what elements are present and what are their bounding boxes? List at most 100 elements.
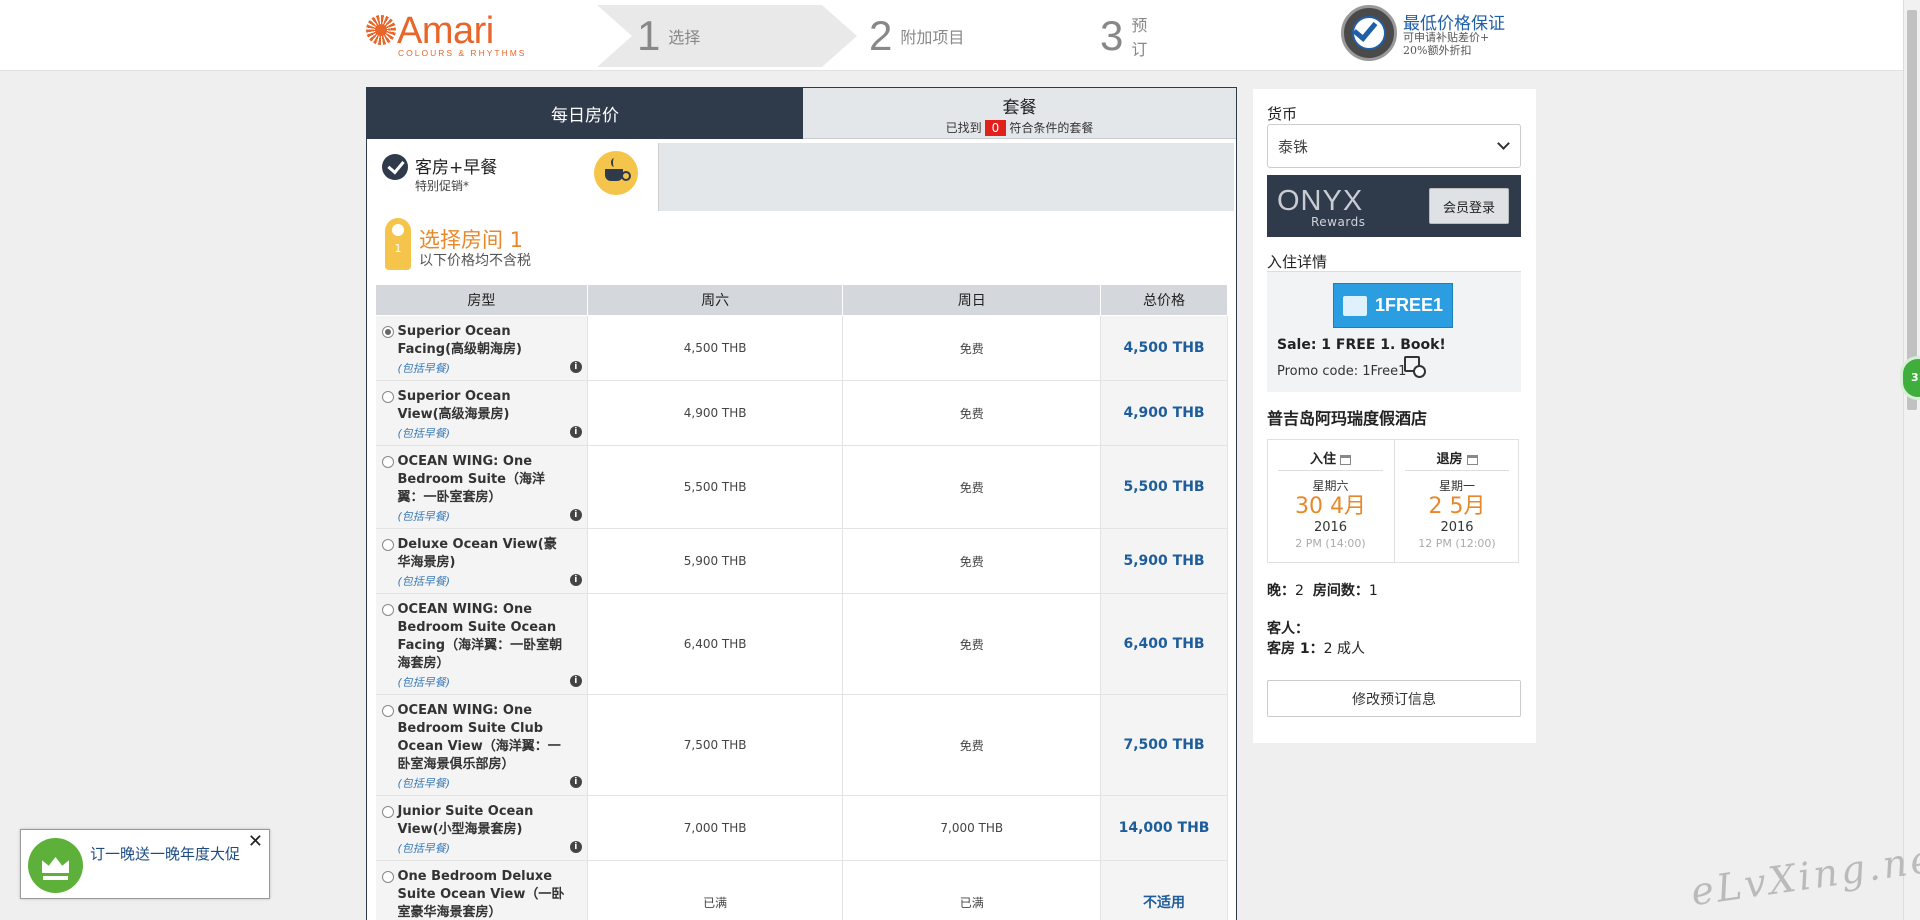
guarantee-seal-icon: [1341, 5, 1397, 61]
checkout-label: 退房: [1405, 448, 1509, 471]
promo-code-text: Promo code: 1Free1: [1277, 364, 1407, 379]
info-icon[interactable]: i: [569, 361, 582, 373]
room-radio[interactable]: [381, 806, 394, 818]
amari-logo[interactable]: Amari COLOURS & RHYTHMS: [366, 10, 526, 60]
sun-price: 免费: [842, 593, 1102, 695]
room-type-cell[interactable]: Superior Ocean View(高级海景房) (包括早餐) i: [375, 380, 588, 446]
room-type-cell[interactable]: Junior Suite Ocean View(小型海景套房) (包括早餐) i: [375, 795, 588, 861]
room-name: OCEAN WING: One Bedroom Suite Ocean Faci…: [397, 602, 563, 671]
included-breakfast-link[interactable]: (包括早餐): [398, 360, 565, 376]
info-icon[interactable]: i: [569, 841, 582, 853]
sat-price: 5,900 THB: [587, 528, 844, 594]
room-type-cell[interactable]: OCEAN WING: One Bedroom Suite（海洋翼：一卧室套房）…: [375, 445, 588, 529]
rate-plan-room-breakfast[interactable]: 客房+早餐 特别促销*: [369, 143, 659, 211]
member-login-button[interactable]: 会员登录: [1429, 188, 1509, 224]
info-icon[interactable]: i: [569, 776, 582, 788]
best-price-guarantee[interactable]: 最低价格保证 可申请补贴差价+ 20%额外折扣: [1339, 5, 1539, 65]
table-row[interactable]: Superior Ocean Facing(高级朝海房) (包括早餐) i 4,…: [375, 315, 1228, 381]
brand-name: Amari: [397, 10, 494, 52]
tab-daily-rates[interactable]: 每日房价: [367, 88, 803, 139]
sale-text: Sale: 1 FREE 1. Book!: [1277, 337, 1446, 353]
step-number: 3: [1100, 12, 1124, 59]
room-type-cell[interactable]: OCEAN WING: One Bedroom Suite Ocean Faci…: [375, 593, 588, 695]
promo-1free1-button[interactable]: 1FREE1: [1333, 283, 1453, 328]
onyx-brand: ONYX: [1277, 185, 1364, 217]
tab-packages[interactable]: 套餐 已找到 0 符合条件的套餐: [803, 88, 1236, 139]
included-breakfast-link[interactable]: (包括早餐): [398, 775, 565, 791]
currency-label: 货币: [1267, 105, 1298, 123]
packages-count-badge: 0: [984, 120, 1007, 136]
included-breakfast-link[interactable]: (包括早餐): [398, 840, 565, 856]
checkin-time: 2 PM (14:00): [1295, 537, 1366, 550]
room-radio[interactable]: [381, 871, 394, 883]
room-radio[interactable]: [381, 326, 394, 338]
rates-panel: 每日房价 套餐 已找到 0 符合条件的套餐 客房+早餐 特别促销* 1 选择房间 1…: [366, 87, 1237, 920]
total-price: 5,900 THB: [1100, 528, 1228, 594]
promo-box: 1FREE1 Sale: 1 FREE 1. Book! Promo code:…: [1267, 271, 1521, 392]
rate-plan-name: 客房+早餐: [415, 158, 498, 178]
table-row[interactable]: OCEAN WING: One Bedroom Suite（海洋翼：一卧室套房）…: [375, 445, 1228, 529]
table-row[interactable]: Junior Suite Ocean View(小型海景套房) (包括早餐) i…: [375, 795, 1228, 861]
room-type-cell[interactable]: One Bedroom Deluxe Suite Ocean View（一卧室豪…: [375, 860, 588, 920]
top-header: Amari COLOURS & RHYTHMS 1 选择 2 附加项目 3 预订…: [0, 0, 1920, 71]
promo-popup[interactable]: 订一晚送一晚年度大促 ✕: [20, 829, 270, 899]
hotel-name: 普吉岛阿玛瑞度假酒店: [1267, 409, 1428, 428]
room-radio[interactable]: [381, 391, 394, 403]
table-row[interactable]: One Bedroom Deluxe Suite Ocean View（一卧室豪…: [375, 860, 1228, 920]
step-select: 1 选择: [637, 5, 700, 67]
checkin-date: 30 4月: [1295, 494, 1366, 519]
checkin-column: 入住 星期六 30 4月 2016 2 PM (14:00): [1268, 440, 1393, 562]
sat-price: 4,900 THB: [587, 380, 844, 446]
table-row[interactable]: Deluxe Ocean View(豪华海景房) (包括早餐) i 5,900 …: [375, 528, 1228, 594]
room-radio[interactable]: [381, 705, 394, 717]
room-radio[interactable]: [381, 539, 394, 551]
room-type-cell[interactable]: Superior Ocean Facing(高级朝海房) (包括早餐) i: [375, 315, 588, 381]
total-price: 4,500 THB: [1100, 315, 1228, 381]
rates-table: 房型 周六 周日 总价格 Superior Ocean Facing(高级朝海房…: [375, 284, 1228, 920]
room-name: Superior Ocean View(高级海景房): [397, 389, 511, 422]
calendar-icon: [1466, 454, 1478, 465]
onyx-rewards-banner: ONYX Rewards 会员登录: [1267, 175, 1521, 237]
included-breakfast-link[interactable]: (包括早餐): [398, 674, 565, 690]
packages-found-text: 已找到 0 符合条件的套餐: [945, 120, 1094, 136]
info-icon[interactable]: i: [569, 675, 582, 687]
room-radio[interactable]: [381, 456, 394, 468]
booking-steps: 1 选择 2 附加项目 3 预订: [597, 5, 1157, 67]
checkin-year: 2016: [1313, 520, 1348, 535]
room-type-cell[interactable]: OCEAN WING: One Bedroom Suite Club Ocean…: [375, 694, 588, 796]
table-row[interactable]: OCEAN WING: One Bedroom Suite Club Ocean…: [375, 694, 1228, 796]
view-details-icon[interactable]: [1404, 356, 1426, 378]
info-icon[interactable]: i: [569, 509, 582, 521]
included-breakfast-link[interactable]: (包括早餐): [398, 508, 565, 524]
step-extras: 2 附加项目: [869, 5, 964, 67]
included-breakfast-link[interactable]: (包括早餐): [398, 573, 565, 589]
check-icon: [382, 154, 408, 180]
room-type-cell[interactable]: Deluxe Ocean View(豪华海景房) (包括早餐) i: [375, 528, 588, 594]
modify-booking-button[interactable]: 修改预订信息: [1267, 680, 1521, 717]
info-icon[interactable]: i: [569, 426, 582, 438]
sun-price: 免费: [842, 528, 1102, 594]
active-step-background: [597, 5, 857, 67]
popup-text[interactable]: 订一晚送一晚年度大促: [90, 843, 240, 864]
sat-price: 已满: [587, 860, 844, 920]
site-watermark: eLvXing.net: [1688, 833, 1920, 915]
stay-dates: 入住 星期六 30 4月 2016 2 PM (14:00) 退房 星期一 2 …: [1267, 439, 1519, 563]
page-scrollbar[interactable]: [1903, 0, 1920, 920]
close-icon[interactable]: ✕: [248, 831, 263, 852]
table-row[interactable]: Superior Ocean View(高级海景房) (包括早餐) i 4,90…: [375, 380, 1228, 446]
chevron-down-icon: [1497, 137, 1510, 150]
step-book: 3 预订: [1100, 5, 1157, 67]
included-breakfast-link[interactable]: (包括早餐): [398, 425, 565, 441]
scrollbar-thumb[interactable]: [1907, 10, 1917, 410]
door-hanger-icon: 1: [385, 218, 411, 270]
total-price: 14,000 THB: [1100, 795, 1228, 861]
currency-select[interactable]: 泰铢: [1267, 124, 1521, 168]
info-icon[interactable]: i: [569, 574, 582, 586]
sun-price: 免费: [842, 315, 1102, 381]
packages-title: 套餐: [1002, 98, 1037, 118]
gift-icon: [1342, 295, 1367, 316]
stay-details-label: 入住详情: [1267, 253, 1328, 271]
checkin-label: 入住: [1278, 448, 1383, 471]
room-radio[interactable]: [381, 604, 394, 616]
table-row[interactable]: OCEAN WING: One Bedroom Suite Ocean Faci…: [375, 593, 1228, 695]
